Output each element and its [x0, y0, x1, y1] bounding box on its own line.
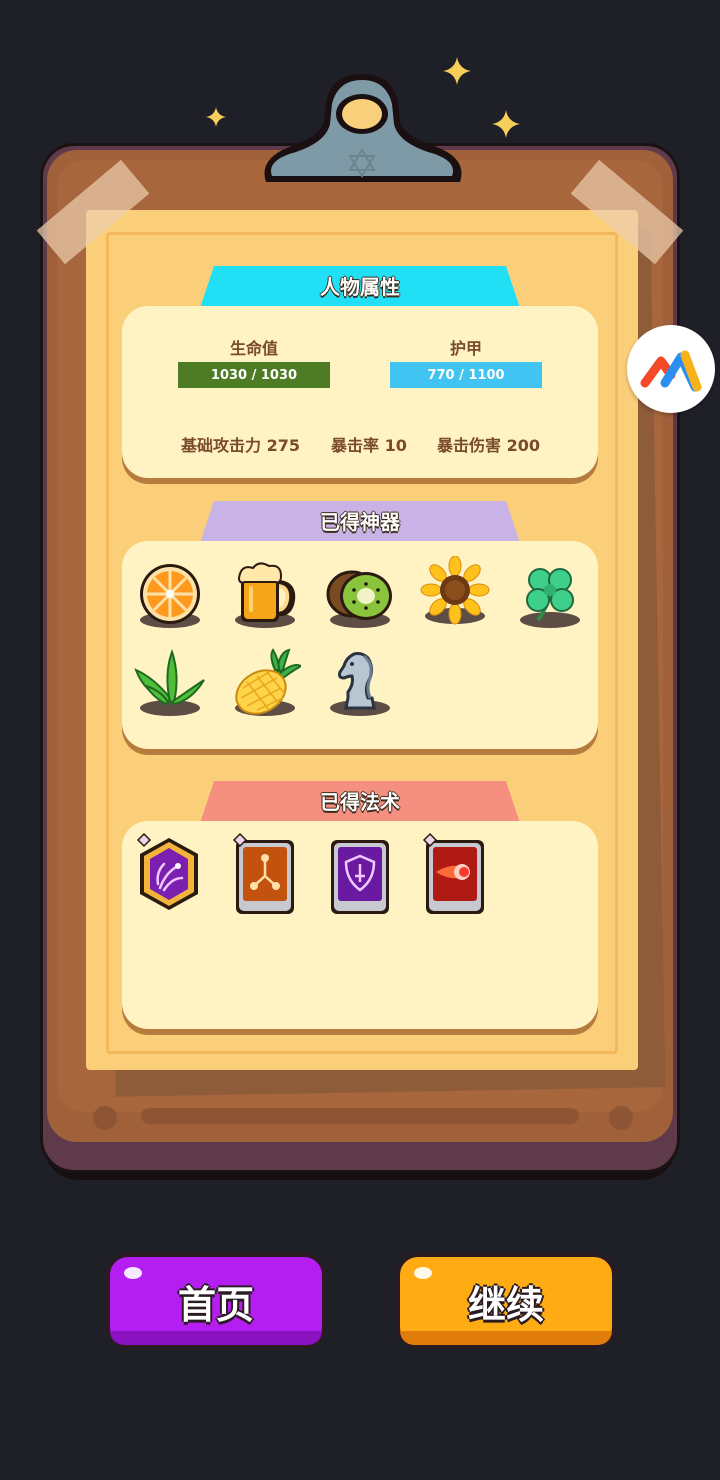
home-button-label: 首页: [177, 1282, 254, 1327]
aloe-plant-icon[interactable]: [134, 648, 206, 728]
stats-section-title: 人物属性: [200, 266, 520, 308]
home-button[interactable]: 首页: [106, 1253, 326, 1349]
hp-bar: 1030 / 1030: [178, 362, 330, 388]
armor-label: 护甲: [449, 339, 482, 358]
sunflower-icon[interactable]: [419, 556, 491, 636]
side-logo-badge[interactable]: [627, 325, 715, 413]
base-attack-text: 基础攻击力 275: [181, 436, 300, 455]
spirit-wisp-spell-icon[interactable]: [136, 832, 202, 916]
sparkle-icon: [492, 110, 520, 138]
chess-knight-icon[interactable]: [324, 648, 396, 728]
continue-button[interactable]: 继续: [396, 1253, 616, 1349]
board-rivet: [609, 1106, 633, 1130]
four-leaf-clover-icon[interactable]: [514, 560, 586, 640]
chain-split-spell-icon[interactable]: [232, 832, 298, 916]
spells-section-title: 已得法术: [200, 781, 520, 823]
sparkle-icon: [206, 107, 226, 127]
armor-value: 770 / 1100: [427, 367, 505, 383]
artifacts-section-title: 已得神器: [200, 501, 520, 543]
app-logo-icon: [640, 350, 702, 392]
fireball-spell-icon[interactable]: [422, 832, 488, 916]
shield-sword-spell-icon[interactable]: [327, 832, 393, 916]
armor-bar: 770 / 1100: [390, 362, 542, 388]
crit-rate-text: 暴击率 10: [331, 436, 407, 455]
hp-label: 生命值: [229, 339, 278, 358]
orange-slice-icon[interactable]: [134, 560, 206, 640]
board-rivet: [93, 1106, 117, 1130]
kiwi-icon[interactable]: [324, 560, 396, 640]
hp-value: 1030 / 1030: [210, 367, 298, 383]
crit-damage-text: 暴击伤害 200: [437, 436, 540, 455]
board-slot: [141, 1108, 579, 1124]
pineapple-icon[interactable]: [229, 648, 301, 728]
beer-mug-icon[interactable]: [229, 560, 301, 640]
clipboard-clip: [258, 72, 468, 190]
continue-button-label: 继续: [467, 1282, 544, 1327]
